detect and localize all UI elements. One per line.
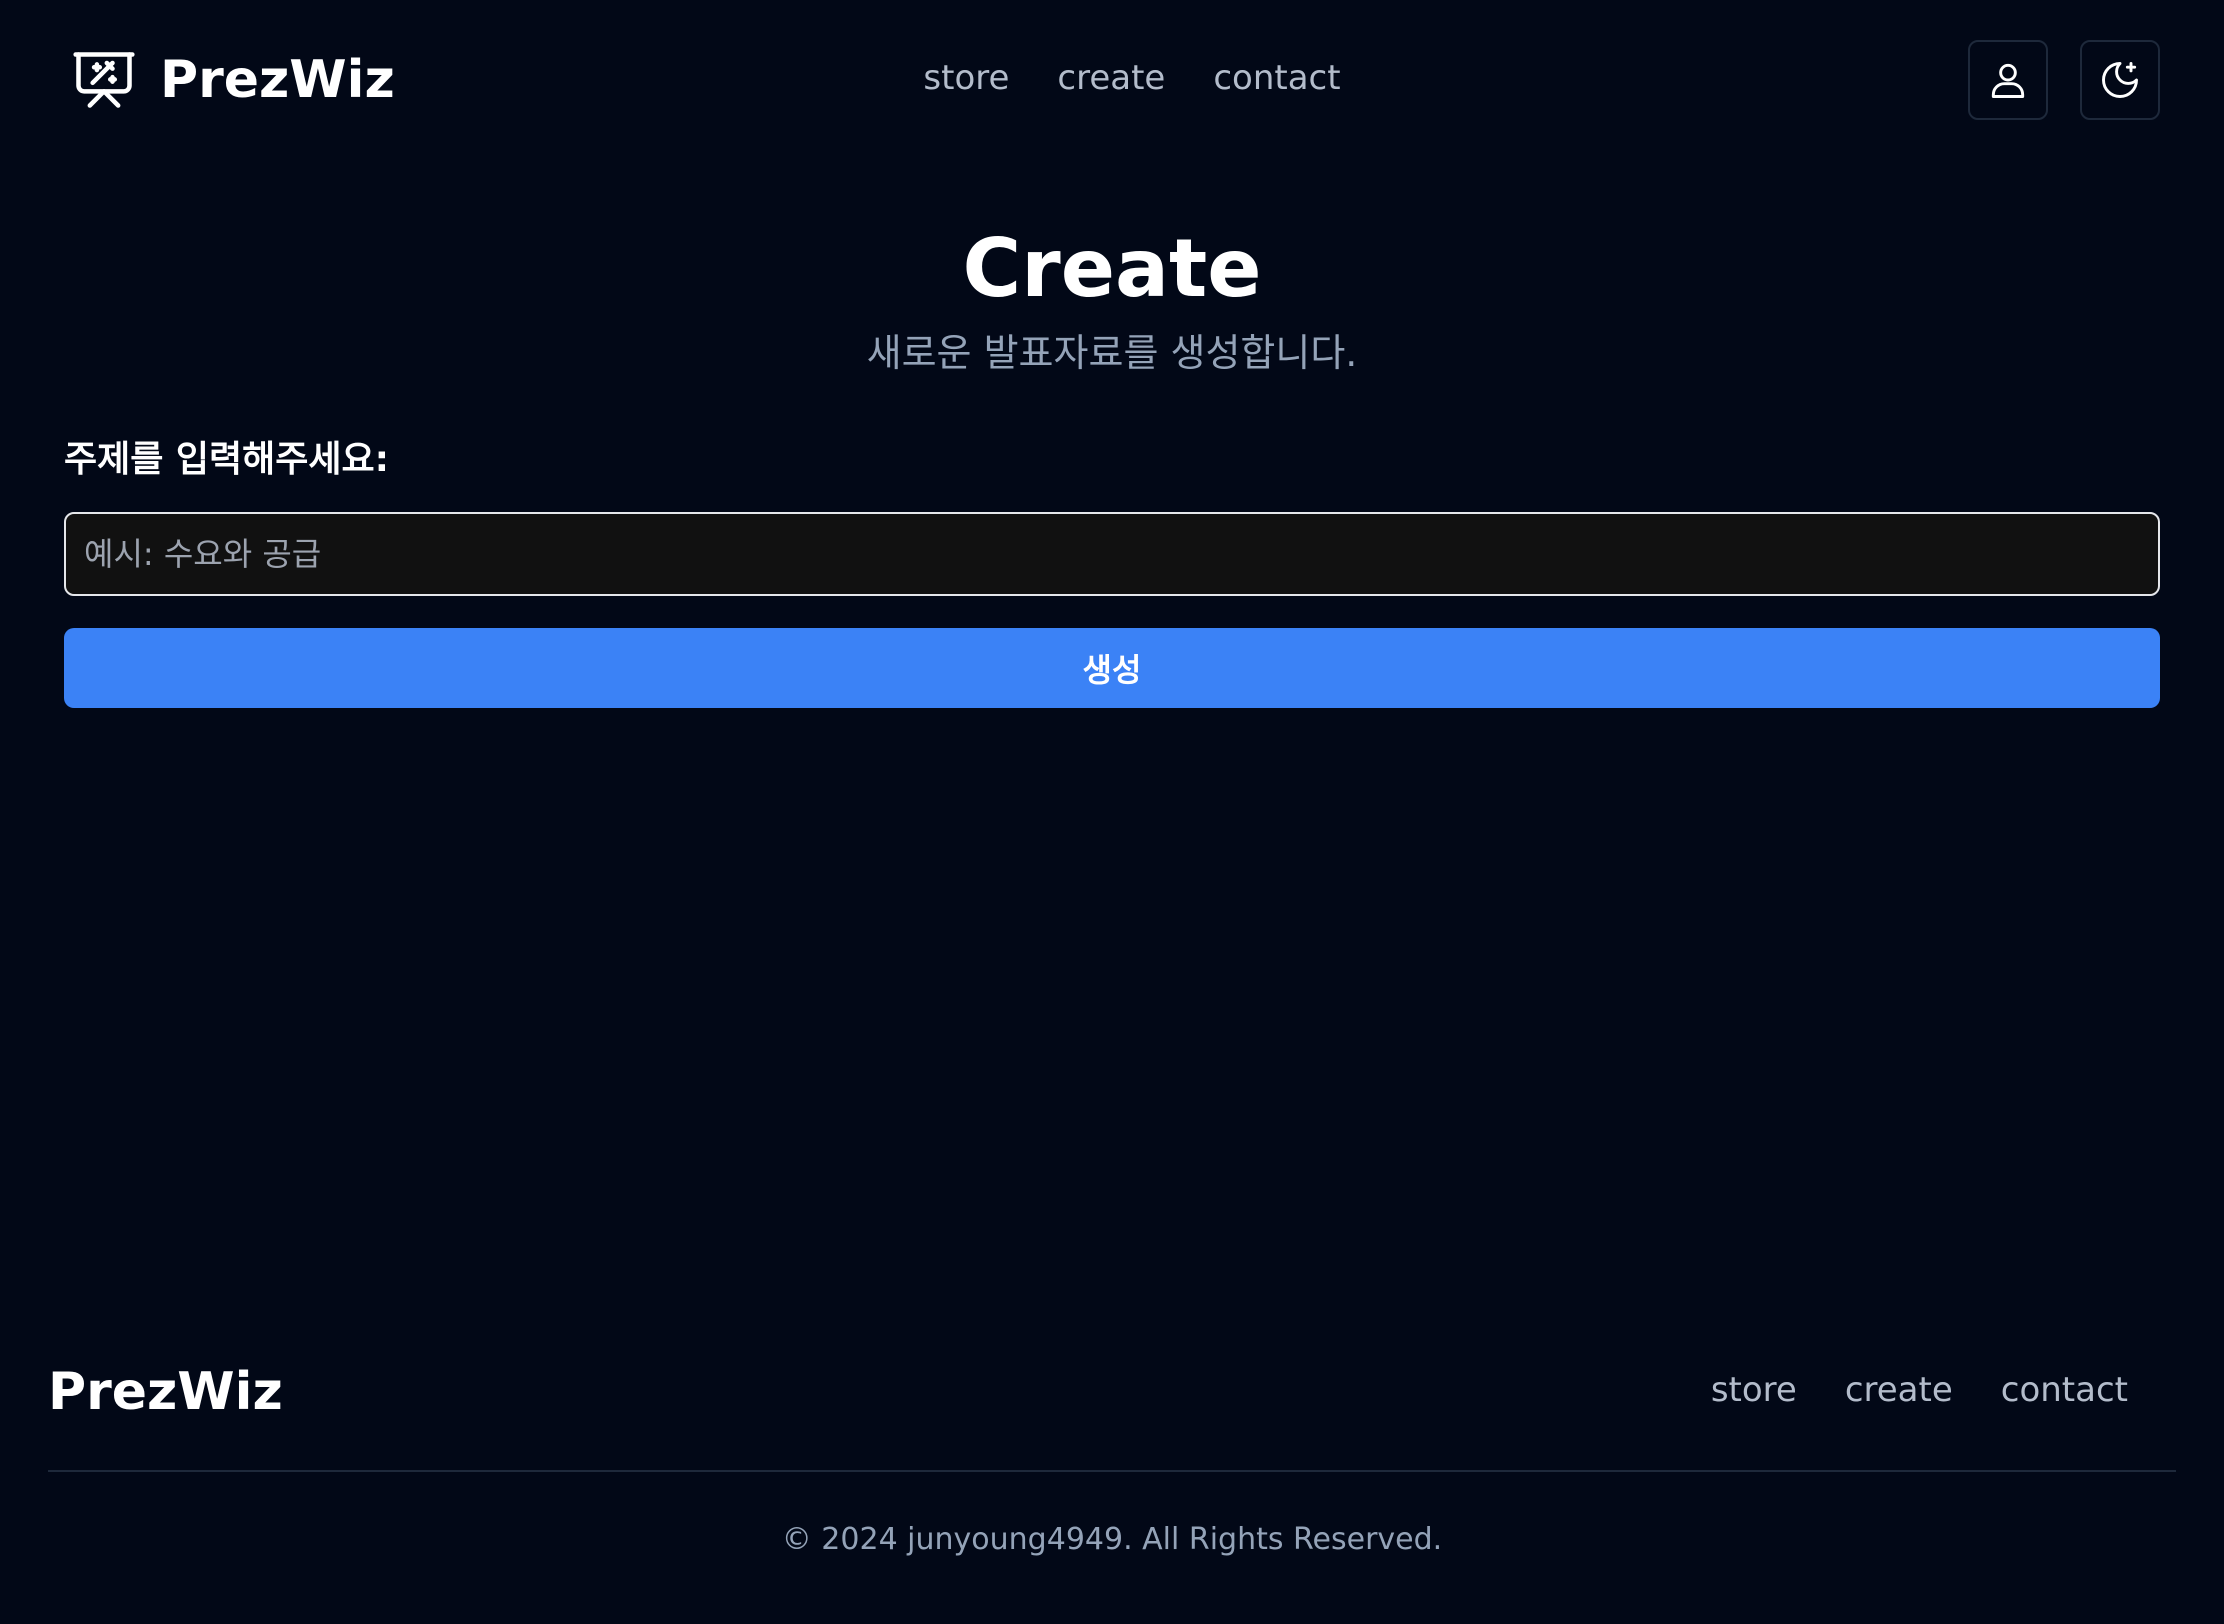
copyright-text: © 2024 junyoung4949. All Rights Reserved… <box>781 1522 1443 1557</box>
footer-link-contact[interactable]: contact <box>2001 1370 2128 1410</box>
header-nav: store create contact <box>0 58 2224 98</box>
page-title: Create <box>962 222 1262 315</box>
topic-label: 주제를 입력해주세요: <box>64 439 390 480</box>
nav-link-store[interactable]: store <box>923 58 1009 98</box>
footer-brand-name[interactable]: PrezWiz <box>48 1362 283 1422</box>
generate-button[interactable]: 생성 <box>64 628 2160 708</box>
site-header: PrezWiz store create contact <box>0 0 2224 164</box>
page-subtitle: 새로운 발표자료를 생성합니다. <box>866 331 1358 375</box>
footer-divider <box>48 1470 2176 1472</box>
footer-nav: store create contact <box>1711 1370 2128 1410</box>
footer-link-create[interactable]: create <box>1845 1370 1953 1410</box>
user-icon <box>1991 63 2025 98</box>
user-button[interactable] <box>1968 40 2048 120</box>
footer-link-store[interactable]: store <box>1711 1370 1797 1410</box>
topic-input[interactable] <box>64 512 2160 596</box>
page: PrezWiz store create contact Create 새로운 … <box>0 0 2224 1624</box>
moon-sparkle-icon <box>2102 62 2138 98</box>
theme-toggle-button[interactable] <box>2080 40 2160 120</box>
nav-link-contact[interactable]: contact <box>1213 58 1340 98</box>
nav-link-create[interactable]: create <box>1057 58 1165 98</box>
